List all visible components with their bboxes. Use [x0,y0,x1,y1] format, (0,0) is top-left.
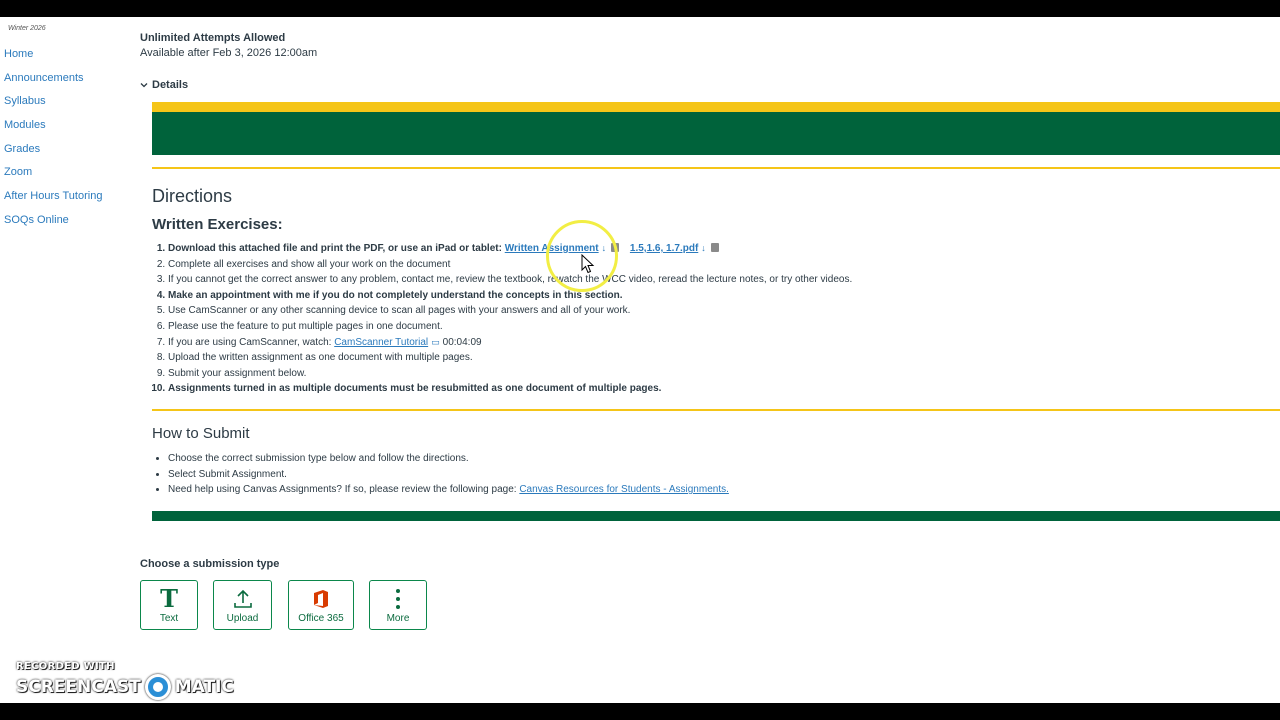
availability-date: Available after Feb 3, 2026 12:00am [140,47,318,59]
list-item: Complete all exercises and show all your… [168,257,1268,273]
text-T-icon: T [160,584,178,613]
directions-list: Download this attached file and print th… [152,241,1268,397]
directions-heading: Directions [152,186,233,206]
video-duration: 00:04:09 [442,336,482,348]
submission-more-button[interactable]: More [369,580,427,630]
list-item: Use CamScanner or any other scanning dev… [168,303,1268,319]
list-item: Please use the feature to put multiple p… [168,319,1268,335]
list-item: Make an appointment with me if you do no… [168,288,1268,304]
list-item: Download this attached file and print th… [168,241,1268,257]
kebab-menu-icon [396,589,400,609]
nav-announcements[interactable]: Announcements [4,70,102,94]
canvas-resources-link[interactable]: Canvas Resources for Students - Assignme… [519,484,729,495]
nav-zoom[interactable]: Zoom [4,164,102,188]
submission-upload-button[interactable]: Upload [213,580,272,630]
divider [152,409,1280,411]
mouse-pointer-icon [581,254,595,274]
upload-icon [233,589,252,608]
submission-office365-button[interactable]: Office 365 [288,580,354,630]
nav-soqs-online[interactable]: SOQs Online [4,212,102,236]
submission-type-label: Choose a submission type [140,558,280,570]
nav-syllabus[interactable]: Syllabus [4,93,102,117]
submission-text-button[interactable]: T Text [140,580,198,630]
how-to-submit-heading: How to Submit [152,425,250,442]
details-toggle[interactable]: Details [140,79,188,91]
nav-home[interactable]: Home [4,46,102,70]
top-letterbox [0,0,1280,17]
course-nav: Home Announcements Syllabus Modules Grad… [4,46,102,236]
nav-after-hours-tutoring[interactable]: After Hours Tutoring [4,188,102,212]
screencast-logo-icon [144,674,171,700]
download-icon[interactable]: ↓ [701,241,706,257]
written-exercises-heading: Written Exercises: [152,216,283,233]
divider [152,167,1280,169]
screencast-watermark: RECORDED WITH SCREENCAST MATIC [16,661,234,700]
how-to-submit-list: Choose the correct submission type below… [152,451,729,498]
list-item: If you cannot get the correct answer to … [168,272,1268,288]
preview-icon[interactable] [710,243,719,252]
chevron-down-icon [140,83,148,88]
banner-green [152,112,1280,155]
list-item: If you are using CamScanner, watch: CamS… [168,335,1268,351]
nav-modules[interactable]: Modules [4,117,102,141]
list-item: Submit your assignment below. [168,366,1268,382]
details-label: Details [152,79,189,91]
media-icon: ▭ [431,336,440,347]
list-item: Upload the written assignment as one doc… [168,350,1268,366]
pdf-file-link[interactable]: 1.5,1.6, 1.7.pdf [630,243,698,254]
list-item: Assignments turned in as multiple docume… [168,381,1268,397]
banner-yellow-stripe [152,102,1280,112]
bottom-letterbox [0,703,1280,720]
term-label: Winter 2026 [8,25,46,32]
list-item: Choose the correct submission type below… [168,451,729,467]
camscanner-tutorial-link[interactable]: CamScanner Tutorial [334,337,428,348]
list-item: Need help using Canvas Assignments? If s… [168,482,729,498]
attempts-allowed: Unlimited Attempts Allowed [140,32,286,44]
banner-green-footer [152,511,1280,521]
office-365-icon [314,590,328,608]
nav-grades[interactable]: Grades [4,141,102,165]
list-item: Select Submit Assignment. [168,467,729,483]
